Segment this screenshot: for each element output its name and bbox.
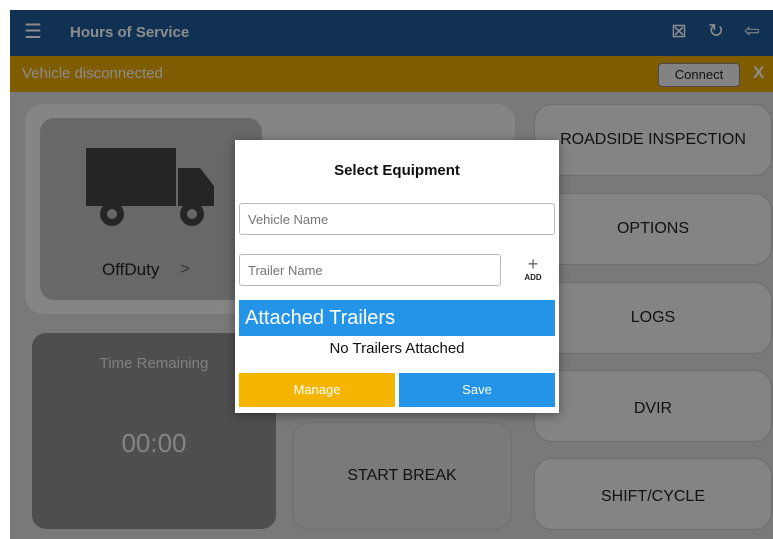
dialog-title: Select Equipment [334, 162, 460, 179]
dvir-label: DVIR [633, 400, 673, 417]
roadside-inspection-button[interactable]: ROADSIDE INSPECTION [534, 104, 772, 176]
add-trailer-button[interactable]: + ADD [518, 255, 548, 282]
roadside-inspection-label: ROADSIDE INSPECTION [560, 131, 746, 148]
logout-icon[interactable]: ⇦ [740, 21, 764, 43]
connection-status-text: Vehicle disconnected [22, 65, 163, 82]
select-equipment-dialog: Select Equipment + ADD Attached Trailers… [235, 140, 559, 413]
time-remaining-value: 00:00 [121, 428, 187, 458]
trailer-name-input[interactable] [239, 254, 501, 286]
shift-cycle-label: SHIFT/CYCLE [600, 488, 705, 505]
app-window: ☰ Hours of Service ⊠ ↻ ⇦ Vehicle disconn… [10, 10, 773, 539]
page-title: Hours of Service [70, 24, 190, 41]
duty-status-label: OffDuty [102, 260, 160, 279]
menu-icon[interactable]: ☰ [24, 22, 42, 42]
no-trailers-text: No Trailers Attached [329, 340, 465, 357]
chevron-right-icon: > [180, 259, 190, 278]
close-banner-button[interactable]: X [753, 63, 764, 83]
logs-label: LOGS [630, 309, 676, 326]
truck-icon [86, 148, 214, 226]
start-break-button[interactable]: START BREAK [292, 422, 512, 530]
dvir-button[interactable]: DVIR [534, 370, 772, 442]
add-label: ADD [524, 273, 542, 282]
connect-button[interactable]: Connect [658, 63, 740, 87]
save-button[interactable]: Save [399, 373, 555, 407]
logs-button[interactable]: LOGS [534, 282, 772, 354]
attached-trailers-header: Attached Trailers [239, 300, 555, 336]
options-button[interactable]: OPTIONS [534, 193, 772, 265]
duty-status-tile[interactable]: OffDuty > [40, 118, 262, 300]
vehicle-name-input[interactable] [239, 203, 555, 235]
top-bar: ☰ Hours of Service ⊠ ↻ ⇦ [10, 10, 773, 56]
vehicle-connect-icon[interactable]: ⊠ [667, 21, 691, 43]
shift-cycle-button[interactable]: SHIFT/CYCLE [534, 458, 772, 530]
connection-banner: Vehicle disconnected Connect X [10, 56, 773, 92]
plus-icon: + [527, 254, 539, 274]
start-break-label: START BREAK [347, 467, 457, 484]
manage-button[interactable]: Manage [239, 373, 395, 407]
refresh-icon[interactable]: ↻ [704, 21, 728, 43]
options-label: OPTIONS [616, 220, 689, 237]
